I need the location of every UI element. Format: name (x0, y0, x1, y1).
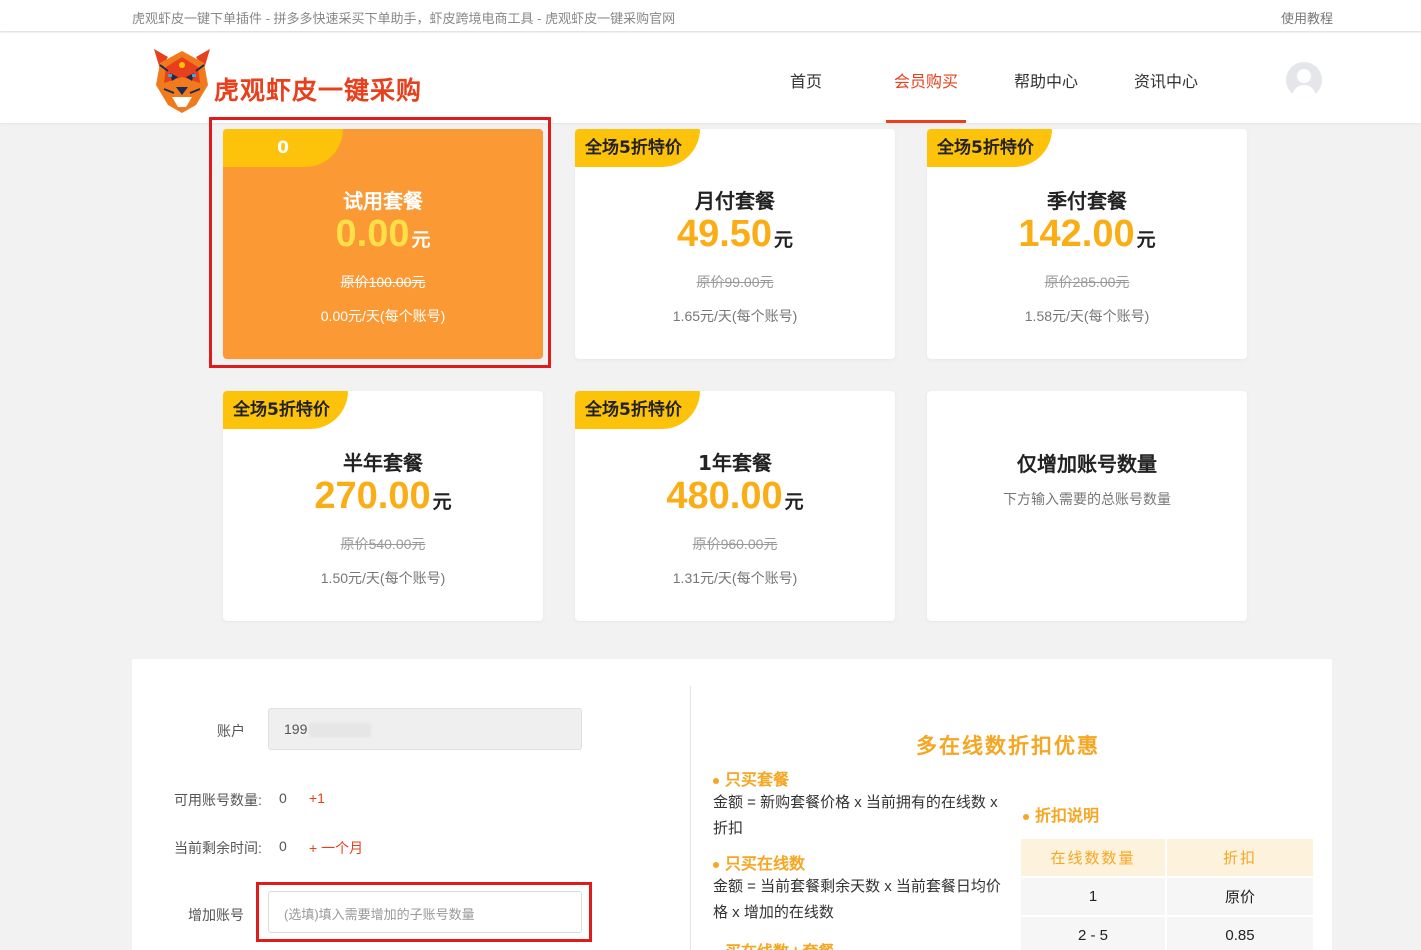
plan-price-value: 480.00 (666, 475, 783, 517)
plan-card-quarterly[interactable]: 全场5折特价 季付套餐 142.00 元 原价285.00元 1.58元/天(每个… (927, 129, 1247, 359)
plan-price-value: 142.00 (1018, 213, 1135, 255)
table-cell-count: 2 - 5 (1021, 915, 1167, 950)
remaining-time-value: 0 (279, 838, 287, 854)
add-one-month-button[interactable]: + 一个月 (309, 838, 363, 858)
plan-price: 49.50 元 (575, 213, 895, 256)
plan-price-unit: 元 (411, 230, 431, 251)
online-only-title: 只买在线数 (713, 850, 805, 874)
plan-card-yearly[interactable]: 全场5折特价 1年套餐 480.00 元 原价960.00元 1.31元/天(每个… (575, 391, 895, 621)
plan-price-unit: 元 (774, 230, 794, 251)
nav-news[interactable]: 资讯中心 (1134, 68, 1198, 92)
discount-explain-title: 折扣说明 (1023, 802, 1099, 826)
plan-badge: 全场5折特价 (223, 391, 348, 429)
package-only-formula: 金额 = 新购套餐价格 x 当前拥有的在线数 x 折扣 (713, 794, 998, 837)
plan-original-price: 原价99.00元 (696, 274, 774, 290)
plan-price-value: 270.00 (314, 475, 431, 517)
table-row: 2 - 5 0.85 (1021, 915, 1313, 950)
plan-price: 270.00 元 (223, 475, 543, 518)
plan-name: 月付套餐 (695, 189, 775, 213)
plan-per-day: 0.00元/天(每个账号) (320, 308, 446, 324)
tutorial-link[interactable]: 使用教程 (1281, 8, 1333, 27)
nav-active-indicator (886, 120, 966, 123)
plan-per-day: 1.58元/天(每个账号) (1024, 308, 1150, 324)
plan-price-unit: 元 (432, 492, 452, 513)
user-avatar-icon[interactable] (1286, 62, 1322, 98)
account-value: 199 (284, 721, 308, 737)
plan-price-value: 0.00 (335, 213, 410, 255)
plan-description: 下方输入需要的总账号数量 (1003, 491, 1171, 507)
plan-price: 142.00 元 (927, 213, 1247, 256)
site-tagline: 虎观虾皮一键下单插件 - 拼多多快速采买下单助手，虾皮跨境电商工具 - 虎观虾皮… (132, 11, 676, 26)
account-redacted (309, 723, 372, 738)
avatar-head (1297, 69, 1311, 83)
table-cell-discount: 0.85 (1167, 915, 1313, 950)
plan-badge: 全场5折特价 (927, 129, 1052, 167)
account-field: 199 (268, 708, 582, 750)
discount-table: 在线数数量 折扣 1 原价 2 - 5 0.85 (1021, 839, 1313, 950)
plan-card-trial[interactable]: 0 试用套餐 0.00 元 原价100.00元 0.00元/天(每个账号) (223, 129, 543, 359)
plan-badge: 0 (223, 129, 343, 167)
nav-help[interactable]: 帮助中心 (1014, 68, 1078, 92)
add-account-input[interactable]: (选填)填入需要增加的子账号数量 (268, 891, 582, 933)
plan-card-accounts-only[interactable]: 仅增加账号数量 下方输入需要的总账号数量 (927, 391, 1247, 621)
plan-name: 仅增加账号数量 (1017, 452, 1157, 476)
brand-name[interactable]: 虎观虾皮一键采购 (214, 71, 422, 107)
available-accounts-label: 可用账号数量: (174, 792, 262, 808)
tiger-logo-icon[interactable] (146, 43, 218, 115)
discount-title: 多在线数折扣优惠 (916, 734, 1100, 758)
plan-original-price: 原价100.00元 (340, 274, 426, 290)
both-title: 买在线数+套餐 (713, 938, 834, 950)
plan-price-value: 49.50 (676, 213, 773, 255)
table-cell-count: 1 (1021, 876, 1167, 915)
top-strip: 虎观虾皮一键下单插件 - 拼多多快速采买下单助手，虾皮跨境电商工具 - 虎观虾皮… (0, 0, 1421, 32)
plan-per-day: 1.50元/天(每个账号) (320, 570, 446, 586)
online-only-formula: 金额 = 当前套餐剩余天数 x 当前套餐日均价格 x 增加的在线数 (713, 878, 1001, 921)
nav-home[interactable]: 首页 (790, 68, 822, 92)
table-header-row: 在线数数量 折扣 (1021, 839, 1313, 876)
plan-name: 1年套餐 (698, 451, 772, 475)
plan-price-unit: 元 (1136, 230, 1156, 251)
panel-divider (690, 686, 691, 950)
plan-per-day: 1.65元/天(每个账号) (672, 308, 798, 324)
plan-price: 0.00 元 (223, 213, 543, 256)
plan-card-monthly[interactable]: 全场5折特价 月付套餐 49.50 元 原价99.00元 1.65元/天(每个账号… (575, 129, 895, 359)
table-row: 1 原价 (1021, 876, 1313, 915)
plan-price: 480.00 元 (575, 475, 895, 518)
plan-badge: 全场5折特价 (575, 391, 700, 429)
plan-card-half-year[interactable]: 全场5折特价 半年套餐 270.00 元 原价540.00元 1.50元/天(每个… (223, 391, 543, 621)
plan-name: 试用套餐 (343, 189, 423, 213)
plan-badge: 全场5折特价 (575, 129, 700, 167)
table-header-online-count: 在线数数量 (1021, 839, 1167, 876)
nav-membership[interactable]: 会员购买 (894, 68, 958, 92)
package-only-title: 只买套餐 (713, 766, 789, 790)
account-label: 账户 (217, 723, 245, 739)
table-cell-discount: 原价 (1167, 876, 1313, 915)
remaining-time-label: 当前剩余时间: (174, 840, 262, 856)
plan-price-unit: 元 (784, 492, 804, 513)
plan-original-price: 原价960.00元 (692, 536, 778, 552)
plan-original-price: 原价285.00元 (1044, 274, 1130, 290)
add-one-account-button[interactable]: +1 (309, 790, 325, 806)
add-account-label: 增加账号 (188, 907, 244, 923)
header: 虎观虾皮一键采购 首页 会员购买 帮助中心 资讯中心 (0, 33, 1421, 123)
available-accounts-value: 0 (279, 790, 287, 806)
table-header-discount: 折扣 (1167, 839, 1313, 876)
avatar-body (1292, 85, 1316, 98)
plan-per-day: 1.31元/天(每个账号) (672, 570, 798, 586)
plan-name: 季付套餐 (1047, 189, 1127, 213)
plan-name: 半年套餐 (343, 451, 423, 475)
plan-original-price: 原价540.00元 (340, 536, 426, 552)
